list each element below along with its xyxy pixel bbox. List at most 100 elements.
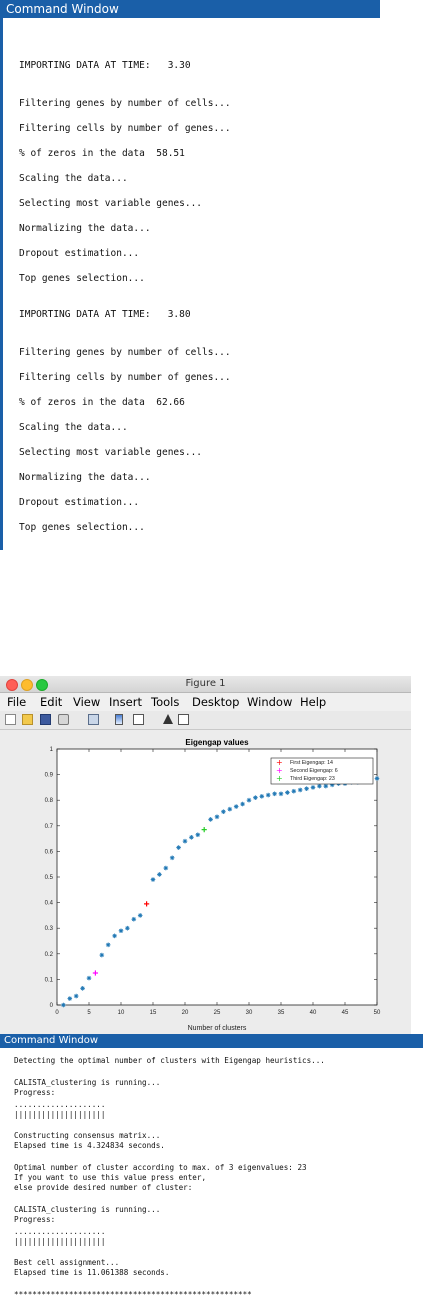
output-line: Constructing consensus matrix... (14, 1131, 161, 1140)
eigengap-point (304, 786, 309, 791)
plot-area[interactable]: Eigengap values Number of clusters 0 5 10 1… (0, 730, 411, 1034)
print-icon[interactable] (58, 714, 69, 725)
eigengap-point (317, 783, 322, 789)
output-line: CALISTA_clustering is running... (14, 1078, 161, 1087)
output-line: Top genes selection... (19, 522, 145, 533)
output-line: Progress: (14, 1215, 56, 1224)
menu-edit[interactable]: Edit (40, 693, 62, 711)
eigengap-point (195, 832, 201, 838)
y-tick-label: 0 (50, 1003, 54, 1009)
output-line: ****************************************… (14, 1290, 252, 1299)
y-tick-label: 0.7 (45, 824, 54, 830)
output-line: % of zeros in the data 58.51 (19, 148, 185, 159)
eigengap-point (176, 845, 181, 850)
insert-legend-icon[interactable] (133, 714, 144, 725)
eigengap-point (291, 788, 297, 794)
legend-marker-third: + (276, 774, 283, 783)
y-tick-label: 0.3 (45, 926, 54, 932)
output-line: .................... (14, 1100, 106, 1109)
figure-titlebar[interactable]: Figure 1 (0, 676, 411, 693)
output-line: Normalizing the data... (19, 472, 151, 483)
output-line: IMPORTING DATA AT TIME: 3.80 (19, 309, 191, 320)
menu-desktop[interactable]: Desktop (192, 693, 239, 711)
output-line: Filtering genes by number of cells... (19, 347, 231, 358)
eigengap-point (150, 877, 156, 882)
axes-box (56, 748, 378, 1006)
y-tick-label: 0.4 (45, 901, 54, 907)
command-window-bottom[interactable]: Command Window Detecting the optimal num… (0, 1034, 423, 1312)
x-tick-label: 30 (246, 1010, 253, 1016)
eigengap-point (189, 835, 194, 840)
menu-view[interactable]: View (73, 693, 100, 711)
output-line: Best cell assignment... (14, 1258, 120, 1267)
x-tick-label: 20 (182, 1010, 189, 1016)
x-tick-label: 15 (150, 1010, 157, 1016)
output-line: Selecting most variable genes... (19, 447, 203, 458)
eigengap-point (73, 993, 79, 999)
y-tick-label: 0.5 (45, 875, 54, 881)
x-axis-label: Number of clusters (188, 1025, 247, 1032)
eigengap-point (125, 925, 130, 931)
edit-plot-icon[interactable] (163, 714, 173, 724)
eigengap-chart[interactable]: Eigengap values Number of clusters 0 5 10 1… (0, 730, 411, 1034)
figure-title: Figure 1 (185, 678, 226, 689)
command-window-title: Command Window (0, 0, 380, 18)
eigengap-point (157, 872, 162, 877)
menu-window[interactable]: Window (247, 693, 292, 711)
output-line: Elapsed time is 11.061388 seconds. (14, 1268, 170, 1277)
output-line: Optimal number of cluster according to m… (14, 1163, 307, 1172)
x-tick-label: 40 (310, 1010, 317, 1016)
output-line: .................... (14, 1227, 106, 1236)
eigengap-point (265, 792, 271, 798)
y-tick-label: 0.8 (45, 798, 54, 804)
open-file-icon[interactable] (22, 714, 33, 725)
output-line: Dropout estimation... (19, 497, 140, 508)
output-line: Filtering cells by number of genes... (19, 372, 231, 383)
command-window-title: Command Window (0, 1034, 423, 1048)
output-line: Filtering cells by number of genes... (19, 123, 231, 134)
menu-file[interactable]: File (7, 693, 26, 711)
eigengap-point (272, 791, 277, 797)
eigengap-point (278, 791, 284, 797)
eigengap-point (118, 928, 124, 934)
x-tick-label: 35 (278, 1010, 285, 1016)
legend-box: + + + First Eigengap: 14 Second Eigengap… (270, 757, 374, 785)
y-tick-label: 0.1 (45, 977, 54, 983)
output-line: Detecting the optimal number of clusters… (14, 1056, 325, 1065)
output-line: CALISTA_clustering is running... (14, 1205, 161, 1214)
output-line: Dropout estimation... (19, 248, 140, 259)
chart-title: Eigengap values (185, 738, 249, 747)
output-line: |||||||||||||||||||| (14, 1237, 106, 1246)
output-line: Normalizing the data... (19, 223, 151, 234)
menu-insert[interactable]: Insert (109, 693, 142, 711)
output-line: % of zeros in the data 62.66 (19, 397, 185, 408)
eigengap-point (86, 975, 92, 981)
menu-help[interactable]: Help (300, 693, 326, 711)
legend-entry-third: Third Eigengap: 23 (290, 776, 335, 782)
legend-entry-second: Second Eigengap: 6 (290, 768, 338, 774)
command-window-top[interactable]: Command Window IMPORTING DATA AT TIME: 3… (0, 0, 380, 550)
output-line: |||||||||||||||||||| (14, 1110, 106, 1119)
output-line: Selecting most variable genes... (19, 198, 203, 209)
legend-entry-first: First Eigengap: 14 (290, 760, 333, 766)
figure-window[interactable]: Figure 1 File Edit View Insert Tools Des… (0, 676, 411, 1034)
insert-colorbar-icon[interactable] (115, 714, 123, 725)
output-line: Top genes selection... (19, 273, 145, 284)
new-figure-icon[interactable] (5, 714, 16, 725)
y-tick-label: 0.9 (45, 773, 54, 779)
command-window-output[interactable]: IMPORTING DATA AT TIME: 3.30 Filtering g… (0, 18, 380, 550)
figure-toolbar (0, 711, 411, 730)
eigengap-point (323, 783, 329, 789)
output-line: If you want to use this value press ente… (14, 1173, 207, 1182)
eigengap-point (374, 776, 380, 781)
plot-browser-icon[interactable] (178, 714, 189, 725)
eigengap-point (112, 933, 117, 939)
x-tick-label: 25 (214, 1010, 221, 1016)
save-icon[interactable] (40, 714, 51, 725)
link-plot-icon[interactable] (88, 714, 99, 725)
eigengap-point (131, 916, 137, 922)
menu-tools[interactable]: Tools (151, 693, 179, 711)
output-line: Scaling the data... (19, 422, 128, 433)
menu-bar: File Edit View Insert Tools Desktop Wind… (0, 693, 411, 711)
output-line: Progress: (14, 1088, 56, 1097)
